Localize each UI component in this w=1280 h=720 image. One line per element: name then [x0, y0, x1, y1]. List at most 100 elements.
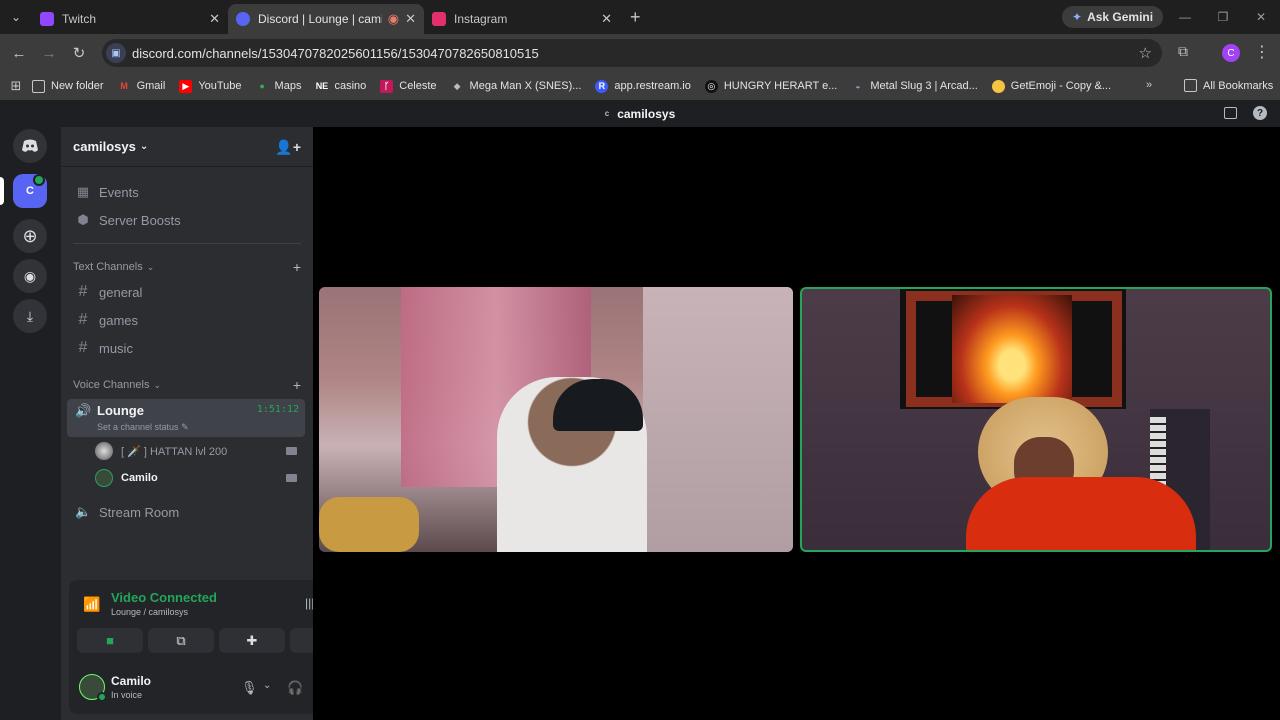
hash-icon: #: [78, 311, 88, 328]
forward-icon[interactable]: →: [34, 38, 64, 68]
bookmark-hungry[interactable]: ◎ HUNGRY HERART e...: [704, 79, 838, 93]
tab-title: Instagram: [454, 12, 508, 26]
address-bar[interactable]: ▣ discord.com/channels/15304707820256011…: [102, 39, 1162, 67]
voice-active-badge: [33, 174, 45, 186]
channel-music[interactable]: # music: [69, 335, 305, 361]
download-icon[interactable]: ⤓: [13, 299, 47, 333]
bookmark-label: HUNGRY HERART e...: [723, 80, 838, 92]
back-icon[interactable]: ←: [4, 38, 34, 68]
window-title: camilosys: [617, 106, 676, 121]
browser-toolbar: ← → ↻ ▣ discord.com/channels/15304707820…: [0, 34, 1280, 72]
discover-icon[interactable]: ◉: [13, 259, 47, 293]
video-frame: [319, 497, 419, 552]
voice-member[interactable]: [ 🗡️ ] HATTAN lvl 200: [95, 439, 305, 463]
bookmark-youtube[interactable]: ▶ YouTube: [179, 79, 242, 93]
minimize-icon[interactable]: —: [1166, 0, 1204, 34]
bookmark-gmail[interactable]: M Gmail: [118, 80, 165, 93]
bookmark-maps[interactable]: ● Maps: [256, 80, 301, 93]
category-voice-channels[interactable]: Voice Channels ⌄ +: [73, 377, 301, 393]
screen-share-icon: ⧉: [176, 632, 186, 648]
sidebar-item-server-boosts[interactable]: ⬢ Server Boosts: [69, 207, 305, 233]
microphone-icon[interactable]: 🎙: [241, 680, 258, 696]
gemini-icon: ✦: [1072, 10, 1083, 24]
maps-icon: ●: [259, 81, 265, 91]
close-tab-icon[interactable]: ✕: [601, 11, 612, 27]
sidebar-item-events[interactable]: ▦ Events: [69, 179, 305, 205]
bookmark-celeste[interactable]: ᚴ Celeste: [380, 79, 437, 93]
help-icon[interactable]: ?: [1253, 106, 1267, 120]
bookmark-casino[interactable]: NE casino: [315, 80, 367, 93]
server-header[interactable]: camilosys ⌄ 👤+: [61, 127, 313, 167]
channel-games[interactable]: # games: [69, 307, 305, 333]
member-name: Camilo: [121, 472, 158, 484]
bookmark-megaman[interactable]: ◆ Mega Man X (SNES)...: [451, 80, 582, 93]
screen-share-button[interactable]: ⧉: [148, 628, 214, 653]
video-tile-speaking[interactable]: [800, 287, 1272, 552]
chevron-down-icon[interactable]: ⌄: [263, 680, 271, 691]
restream-icon: R: [595, 79, 609, 93]
category-label: Voice Channels: [73, 379, 150, 391]
tab-search-chevron-icon[interactable]: ⌄: [0, 0, 32, 34]
headphones-icon[interactable]: 🎧: [287, 680, 303, 696]
close-window-icon[interactable]: ✕: [1242, 0, 1280, 34]
tab-discord[interactable]: Discord | Lounge | camilosys ◉ ✕: [228, 4, 424, 34]
inbox-icon[interactable]: [1224, 107, 1237, 119]
discord-title-bar: c camilosys ?: [0, 100, 1280, 127]
activities-button[interactable]: ✚: [219, 628, 285, 653]
bookmark-star-icon[interactable]: ☆: [1139, 44, 1152, 62]
voice-channel-lounge[interactable]: 🔊 Lounge 1:51:12 Set a channel status ✎: [67, 399, 305, 437]
tab-twitch[interactable]: Twitch ✕: [32, 4, 228, 34]
signal-icon[interactable]: 📶: [83, 596, 100, 613]
bookmark-new-folder[interactable]: New folder: [32, 79, 104, 93]
chevron-down-icon: ⌄: [153, 379, 161, 390]
site-info-icon[interactable]: ▣: [106, 43, 126, 63]
set-channel-status[interactable]: Set a channel status ✎: [97, 422, 189, 433]
emoji-icon: [991, 79, 1005, 93]
video-tile[interactable]: [319, 287, 793, 552]
video-frame: [966, 477, 1196, 550]
more-bookmarks-icon[interactable]: »: [1146, 79, 1152, 91]
folder-icon: [1184, 79, 1197, 92]
invite-user-icon[interactable]: 👤+: [275, 139, 301, 156]
bookmark-metalslug[interactable]: ◒ Metal Slug 3 | Arcad...: [851, 80, 978, 93]
apps-grid-icon[interactable]: ⊞: [0, 78, 32, 94]
bookmark-label: GetEmoji - Copy &...: [1010, 80, 1112, 92]
tab-instagram[interactable]: Instagram ✕: [424, 4, 620, 34]
create-channel-icon[interactable]: +: [293, 259, 301, 275]
browser-menu-icon[interactable]: ⋮: [1254, 42, 1270, 62]
connection-status: Video Connected: [111, 590, 217, 605]
connection-location[interactable]: Lounge / camilosys: [111, 607, 188, 617]
boost-icon: ⬢: [77, 212, 89, 227]
create-channel-icon[interactable]: +: [293, 377, 301, 393]
close-tab-icon[interactable]: ✕: [405, 11, 416, 27]
category-text-channels[interactable]: Text Channels ⌄ +: [73, 259, 301, 275]
bookmark-getemoji[interactable]: GetEmoji - Copy &...: [991, 79, 1112, 93]
hungry-icon: ◎: [704, 79, 718, 93]
channel-general[interactable]: # general: [69, 279, 305, 305]
ask-gemini-button[interactable]: ✦ Ask Gemini: [1062, 6, 1164, 28]
maximize-icon[interactable]: ❐: [1204, 0, 1242, 34]
all-bookmarks[interactable]: All Bookmarks: [1184, 79, 1273, 92]
discord-home-icon[interactable]: [13, 129, 47, 163]
bookmark-label: app.restream.io: [614, 80, 691, 92]
hash-icon: #: [78, 283, 88, 300]
sidebar-item-label: Server Boosts: [99, 212, 181, 228]
server-list: C ⊕ ◉ ⤓: [0, 127, 61, 720]
twitch-icon: [40, 12, 54, 26]
close-tab-icon[interactable]: ✕: [209, 11, 220, 27]
add-server-icon[interactable]: ⊕: [13, 219, 47, 253]
reload-icon[interactable]: ↻: [64, 38, 94, 68]
call-timer: 1:51:12: [256, 404, 299, 415]
channel-name: music: [99, 340, 133, 356]
video-stage: [313, 127, 1280, 720]
speaker-icon: 🔊: [75, 403, 92, 418]
bookmarks-bar: ⊞ New folder M Gmail ▶ YouTube ● Maps NE cas…: [0, 72, 1280, 100]
bookmark-restream[interactable]: Rapp.restream.io: [595, 79, 691, 93]
new-tab-icon[interactable]: +: [630, 7, 641, 28]
extensions-icon[interactable]: ⧉: [1178, 43, 1188, 60]
camera-button[interactable]: ■: [77, 628, 143, 653]
voice-channel-stream-room[interactable]: 🔈 Stream Room: [69, 499, 305, 525]
recording-icon: ◉: [387, 11, 400, 26]
voice-member[interactable]: Camilo: [95, 466, 305, 490]
profile-avatar[interactable]: C: [1222, 44, 1240, 62]
